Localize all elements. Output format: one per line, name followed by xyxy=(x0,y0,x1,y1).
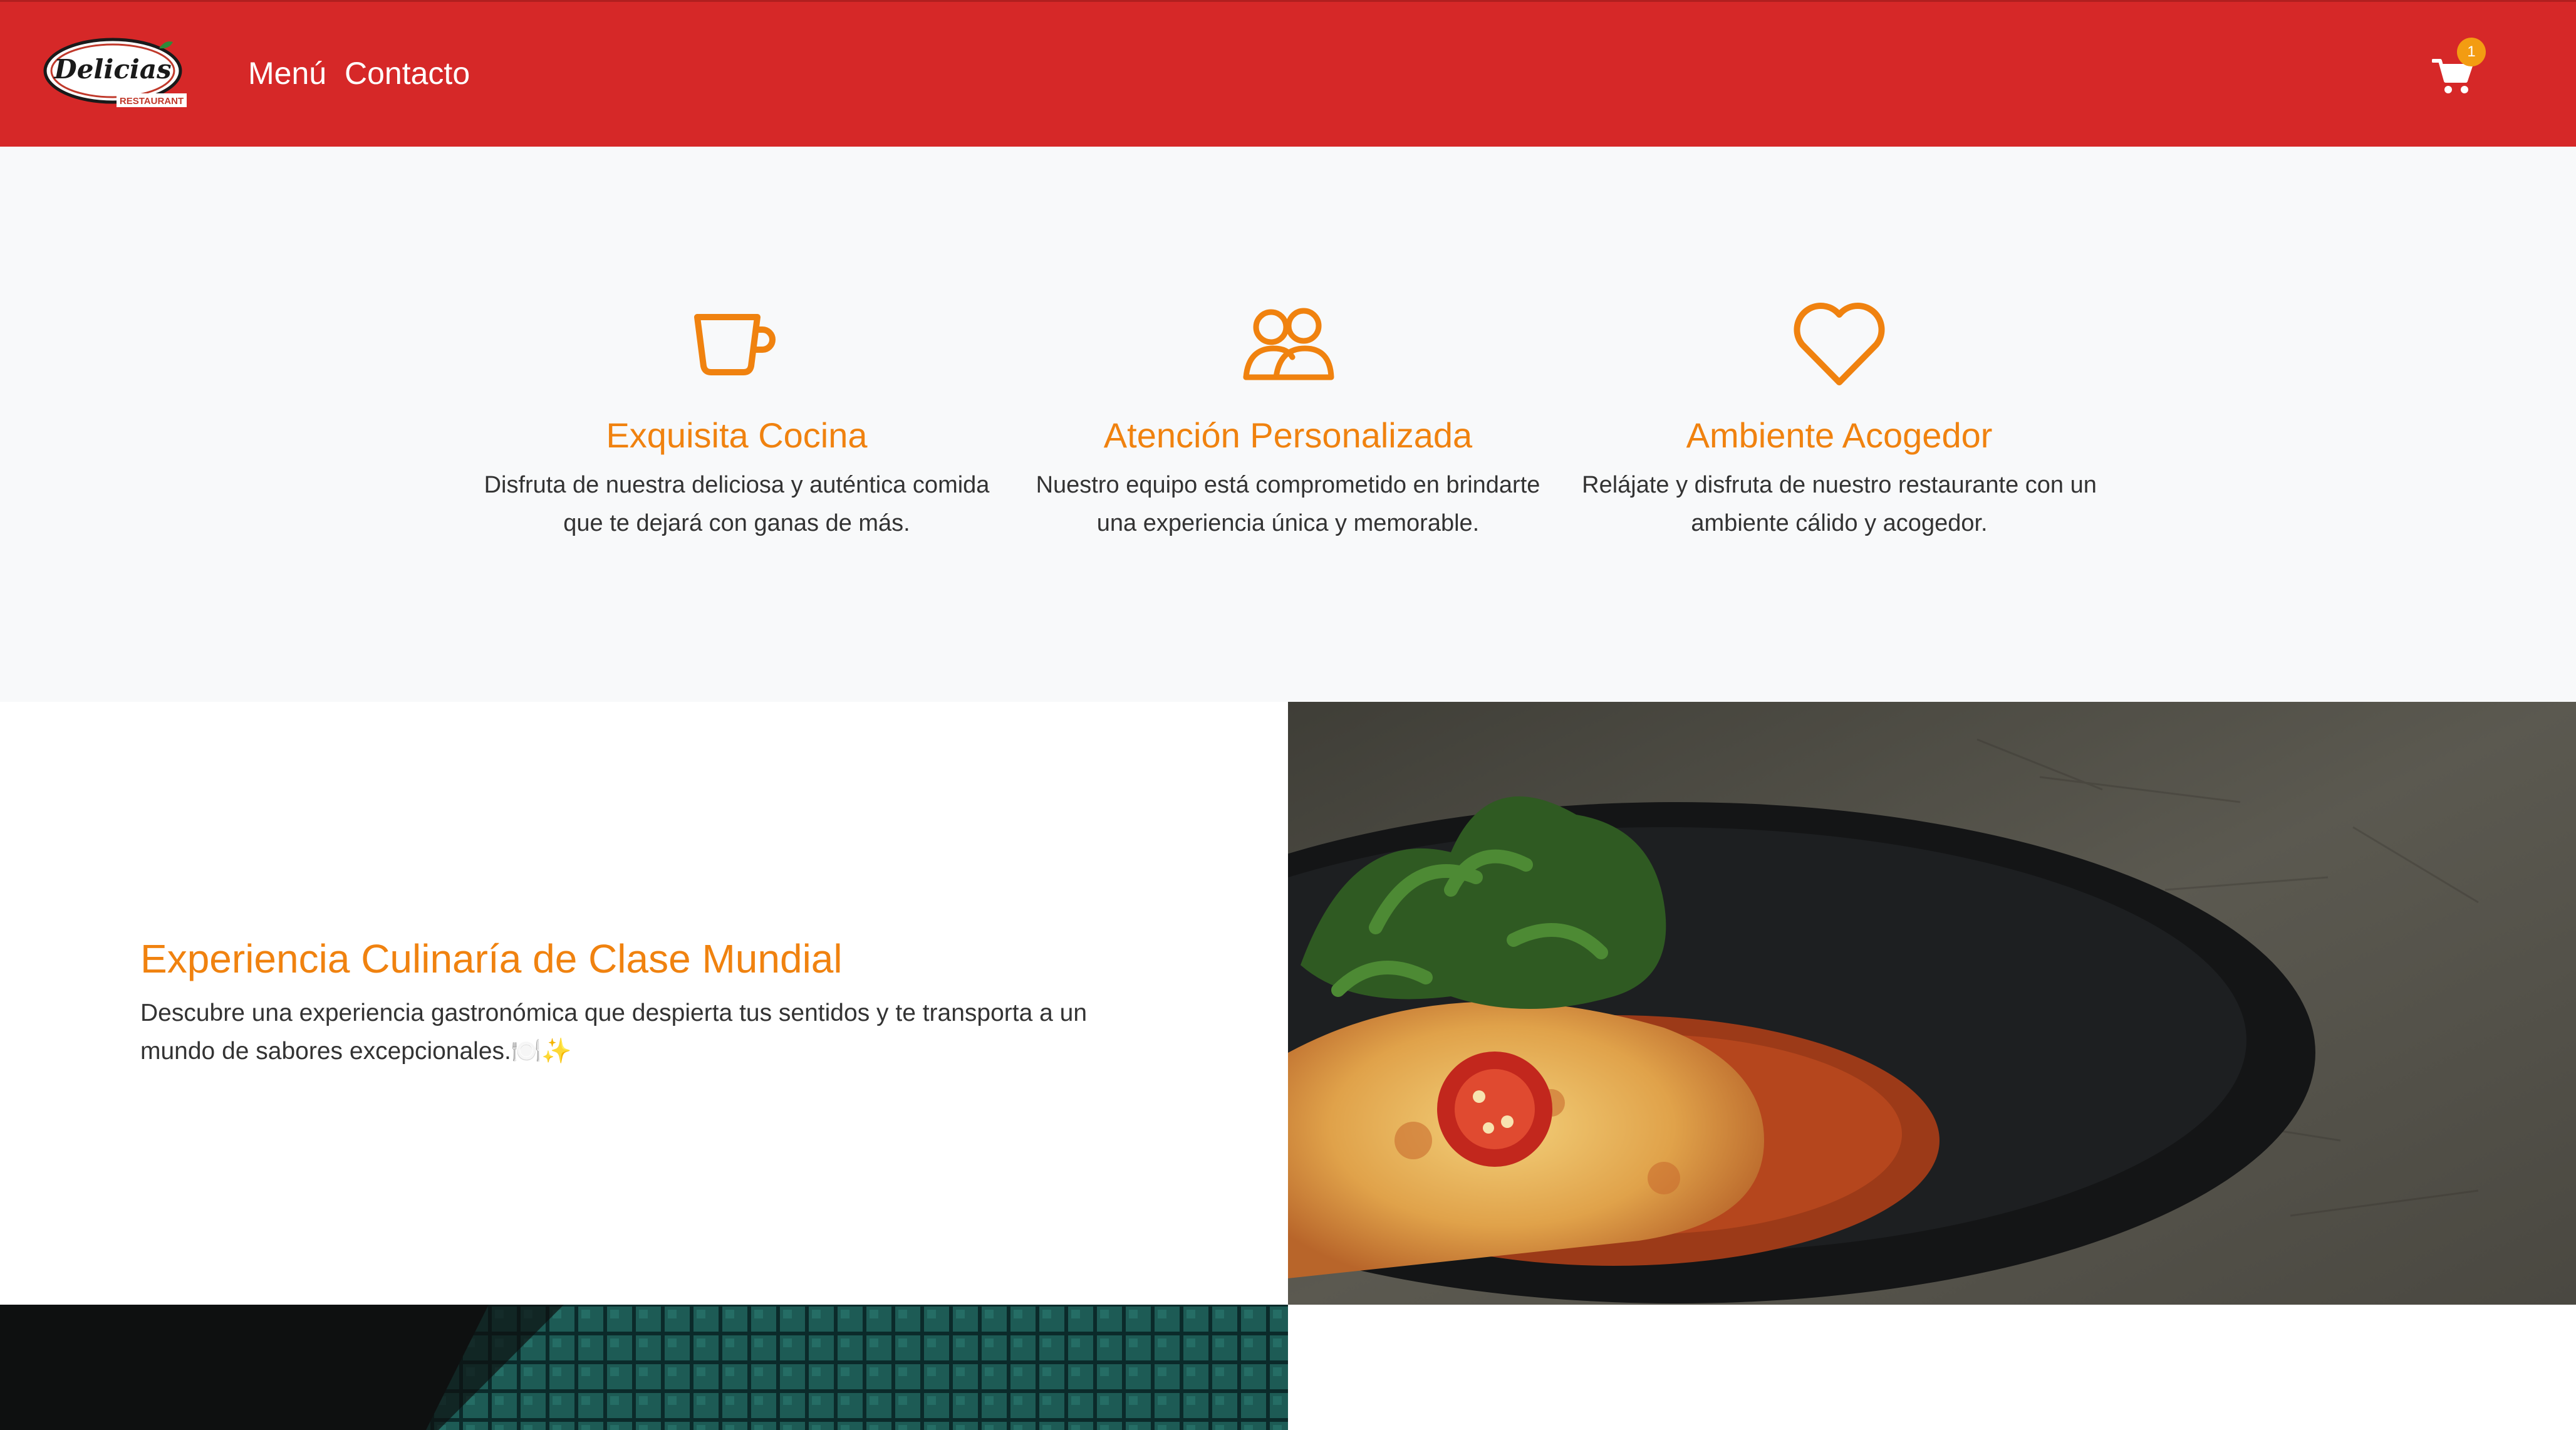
navbar: Delicias RESTAURANT Menú Contacto 1 xyxy=(0,0,2576,147)
lasagna-dish-image xyxy=(1288,702,2576,1305)
bottom-right-panel xyxy=(1288,1305,2576,1430)
coffee-cup-icon xyxy=(694,314,776,375)
restaurant-logo[interactable]: Delicias RESTAURANT xyxy=(43,34,190,111)
feature-title: Exquisita Cocina xyxy=(606,415,868,455)
delicias-logo-icon: Delicias RESTAURANT xyxy=(43,38,187,107)
feature-description: Nuestro equipo está comprometido en brin… xyxy=(1036,472,1540,536)
heart-icon xyxy=(1794,302,1885,385)
users-icon xyxy=(1243,308,1334,380)
tiled-wall-image xyxy=(0,1305,1288,1430)
experience-title: Experiencia Culinaría de Clase Mundial xyxy=(140,936,843,981)
cart-count-badge: 1 xyxy=(2457,38,2486,66)
svg-text:RESTAURANT: RESTAURANT xyxy=(120,96,184,107)
experience-description: Descubre una experiencia gastronómica qu… xyxy=(140,999,1088,1065)
svg-text:Delicias: Delicias xyxy=(53,54,171,85)
feature-title: Ambiente Acogedor xyxy=(1686,415,1993,455)
features-section: Exquisita Cocina Disfruta de nuestra del… xyxy=(0,147,2576,702)
nav-link-menu[interactable]: Menú xyxy=(248,55,326,92)
feature-description: Disfruta de nuestra deliciosa y auténtic… xyxy=(484,472,990,536)
feature-title: Atención Personalizada xyxy=(1103,415,1473,455)
nav-link-contact[interactable]: Contacto xyxy=(345,55,470,92)
feature-description: Relájate y disfruta de nuestro restauran… xyxy=(1582,472,2097,536)
